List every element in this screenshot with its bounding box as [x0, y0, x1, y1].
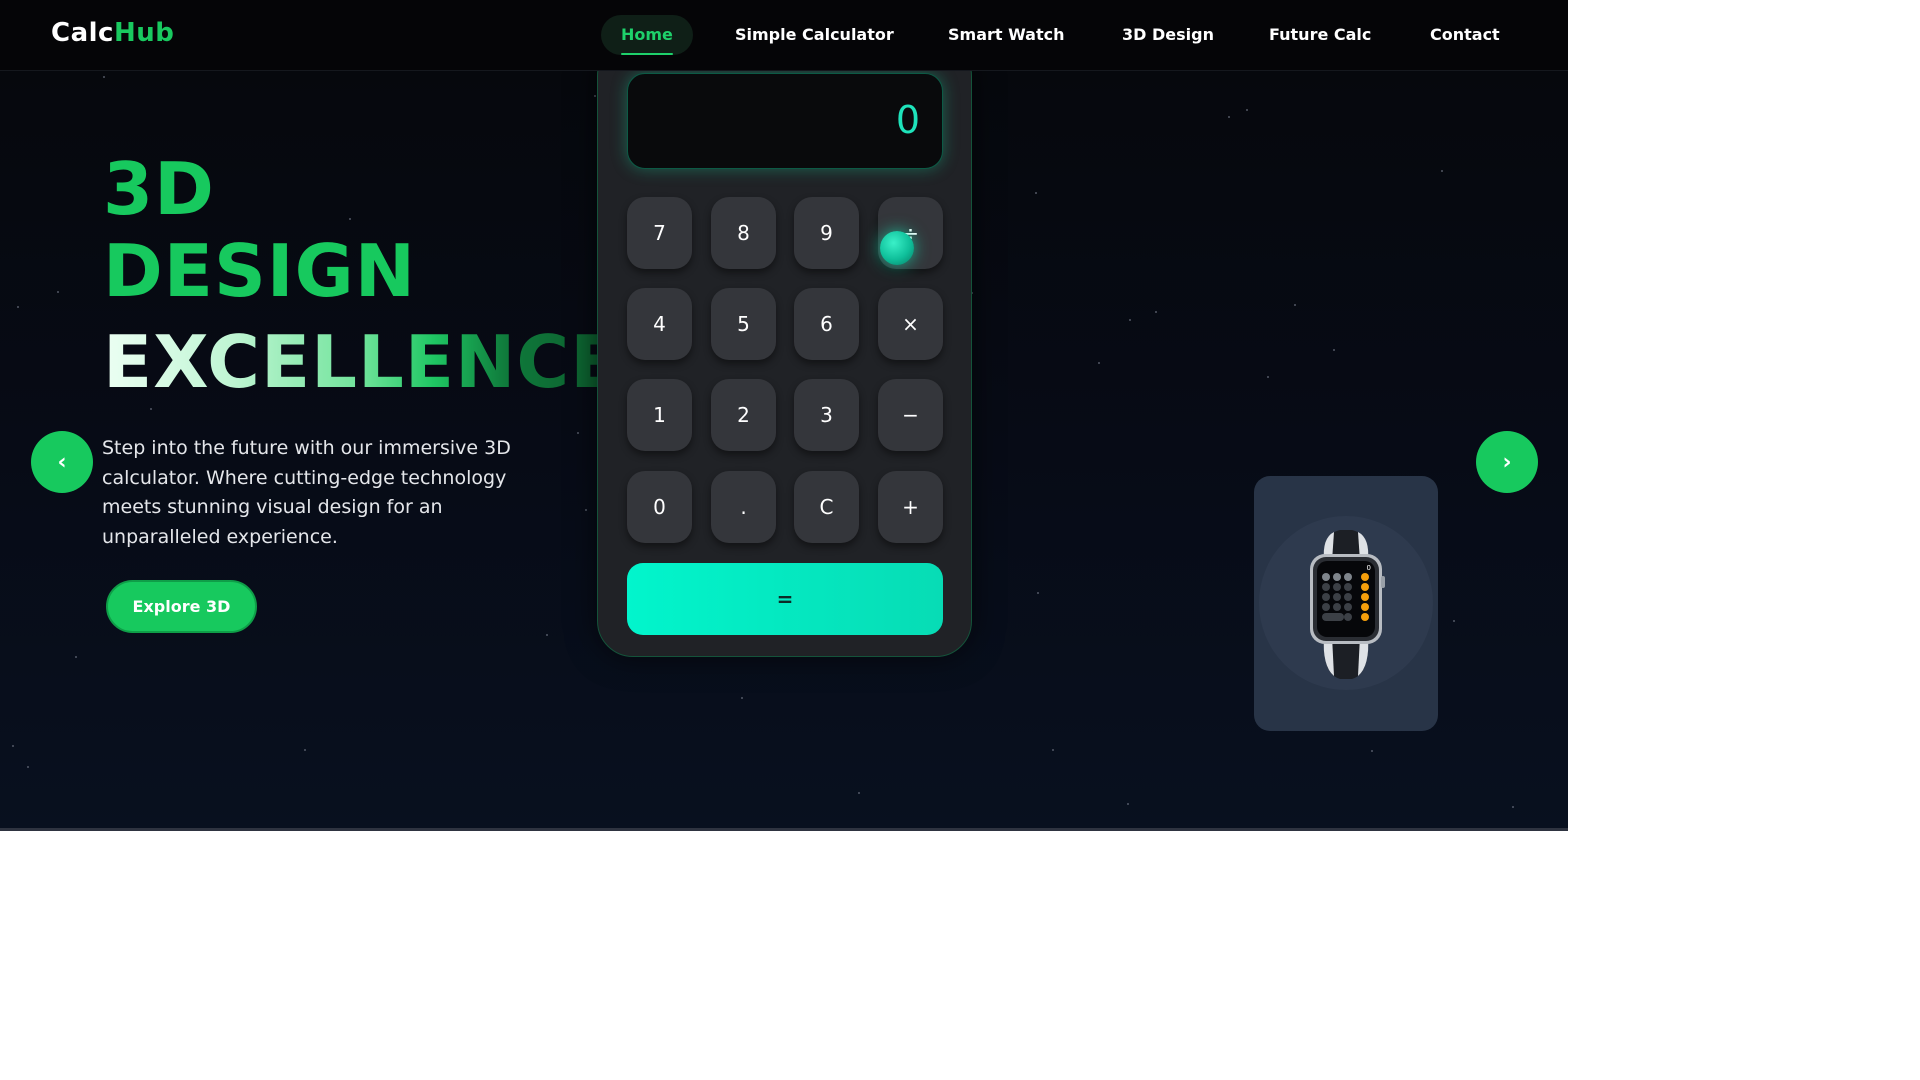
glow-orb-decoration	[880, 231, 914, 265]
watch-display-value: 0	[1367, 564, 1371, 572]
star-dot	[1155, 311, 1157, 313]
key-8[interactable]: 8	[711, 197, 776, 269]
star-dot	[1512, 806, 1514, 808]
star-dot	[1035, 192, 1037, 194]
explore-3d-button[interactable]: Explore 3D	[106, 580, 257, 633]
star-dot	[1129, 319, 1131, 321]
nav-link-future-calc[interactable]: Future Calc	[1269, 15, 1371, 55]
nav-link-label: Future Calc	[1269, 25, 1372, 44]
star-dot	[349, 218, 351, 220]
star-dot	[1333, 349, 1335, 351]
nav-link-label: Contact	[1430, 25, 1500, 44]
key-subtract[interactable]: −	[878, 379, 943, 451]
nav-link-smart-watch[interactable]: Smart Watch	[948, 15, 1065, 55]
star-dot	[1098, 362, 1100, 364]
nav-link-home[interactable]: Home	[601, 15, 693, 55]
star-dot	[1246, 109, 1248, 111]
chevron-right-icon: ›	[1502, 449, 1512, 475]
star-dot	[1453, 620, 1455, 622]
calculator-display: 0	[627, 73, 943, 169]
carousel-next-button[interactable]: ›	[1476, 431, 1538, 493]
chevron-left-icon: ‹	[57, 449, 67, 475]
key-1[interactable]: 1	[627, 379, 692, 451]
star-dot	[1441, 170, 1443, 172]
star-dot	[1037, 592, 1039, 594]
star-dot	[1294, 304, 1296, 306]
calculator-display-value: 0	[895, 98, 920, 142]
star-dot	[27, 766, 29, 768]
star-dot	[103, 76, 105, 78]
key-add[interactable]: +	[878, 471, 943, 543]
key-9[interactable]: 9	[794, 197, 859, 269]
star-dot	[858, 792, 860, 794]
top-navbar: CalcHub Home Simple Calculator Smart Wat…	[0, 0, 1568, 71]
star-dot	[304, 749, 306, 751]
star-dot	[546, 634, 548, 636]
brand-name-part2: Hub	[113, 18, 175, 48]
key-4[interactable]: 4	[627, 288, 692, 360]
key-6[interactable]: 6	[794, 288, 859, 360]
smart-watch-image: 0	[1310, 530, 1385, 679]
brand-logo[interactable]: CalcHub	[51, 18, 174, 48]
key-equals[interactable]: =	[627, 563, 943, 635]
hero-title-line-3: EXCELLENCE	[103, 320, 621, 404]
star-dot	[150, 408, 152, 410]
star-dot	[57, 291, 59, 293]
key-7[interactable]: 7	[627, 197, 692, 269]
carousel-prev-button[interactable]: ‹	[31, 431, 93, 493]
star-dot	[577, 432, 579, 434]
key-3[interactable]: 3	[794, 379, 859, 451]
hero-divider	[0, 828, 1568, 831]
key-clear[interactable]: C	[794, 471, 859, 543]
smart-watch-card[interactable]: 0	[1254, 476, 1438, 731]
nav-link-label: Smart Watch	[948, 25, 1065, 44]
calculator-3d: 0 7 8 9 ÷ 4 5 6 × 1 2 3 − 0 . C + =	[597, 40, 972, 657]
star-dot	[75, 656, 77, 658]
active-underline	[621, 53, 673, 55]
star-dot	[1127, 803, 1129, 805]
star-dot	[1228, 116, 1230, 118]
star-dot	[12, 745, 14, 747]
nav-link-label: 3D Design	[1122, 25, 1214, 44]
nav-link-label: Home	[621, 25, 673, 44]
star-dot	[17, 306, 19, 308]
nav-link-simple-calculator[interactable]: Simple Calculator	[735, 15, 894, 55]
key-multiply[interactable]: ×	[878, 288, 943, 360]
key-2[interactable]: 2	[711, 379, 776, 451]
nav-link-label: Simple Calculator	[735, 25, 894, 44]
key-decimal[interactable]: .	[711, 471, 776, 543]
nav-link-3d-design[interactable]: 3D Design	[1122, 15, 1214, 55]
nav-link-contact[interactable]: Contact	[1430, 15, 1500, 55]
star-dot	[594, 95, 596, 97]
star-dot	[585, 509, 587, 511]
brand-name-part1: Calc	[51, 18, 114, 48]
key-5[interactable]: 5	[711, 288, 776, 360]
hero-title-line-1: 3D	[103, 147, 215, 231]
star-dot	[741, 697, 743, 699]
star-dot	[1267, 376, 1269, 378]
hero-description: Step into the future with our immersive …	[102, 437, 511, 548]
star-dot	[1371, 750, 1373, 752]
star-dot	[1052, 749, 1054, 751]
key-0[interactable]: 0	[627, 471, 692, 543]
hero-title-line-2: DESIGN	[103, 229, 416, 313]
